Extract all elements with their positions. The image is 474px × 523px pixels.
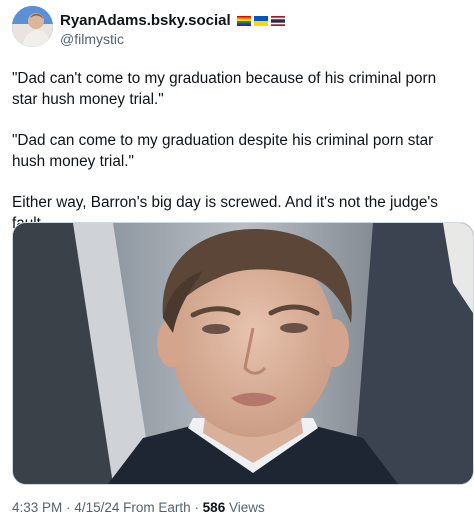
portrait-photo	[13, 223, 473, 484]
user-handle[interactable]: @filmystic	[60, 31, 124, 47]
tweet-header: RyanAdams.bsky.social @filmystic	[12, 6, 462, 50]
views-count[interactable]: 586	[203, 500, 226, 515]
tweet-photo[interactable]	[12, 222, 474, 485]
display-name[interactable]: RyanAdams.bsky.social	[60, 12, 231, 29]
meta-separator: ·	[194, 500, 199, 515]
views-label: Views	[228, 500, 265, 515]
avatar-image	[12, 6, 53, 47]
tweet-paragraph: "Dad can come to my graduation despite h…	[12, 132, 434, 170]
timestamp-time[interactable]: 4:33 PM	[12, 500, 62, 515]
location-label: From Earth	[123, 500, 191, 515]
flag-icons	[236, 15, 285, 26]
ukraine-flag-icon	[253, 15, 268, 26]
tweet-meta: 4:33 PM · 4/15/24 From Earth · 586 Views	[12, 500, 265, 515]
avatar[interactable]	[12, 6, 53, 47]
rainbow-flag-icon	[236, 15, 251, 26]
timestamp-date[interactable]: 4/15/24	[74, 500, 119, 515]
name-row: RyanAdams.bsky.social	[60, 12, 285, 29]
tweet-paragraph: "Dad can't come to my graduation because…	[12, 70, 437, 108]
meta-separator: ·	[66, 500, 71, 515]
thailand-flag-icon	[270, 15, 285, 26]
